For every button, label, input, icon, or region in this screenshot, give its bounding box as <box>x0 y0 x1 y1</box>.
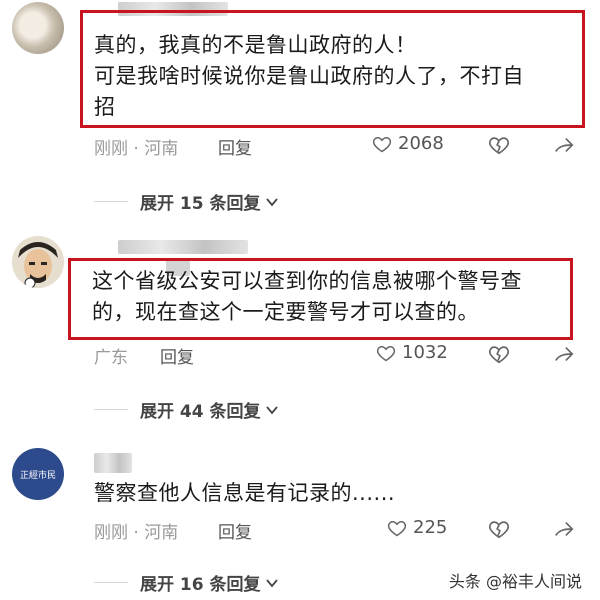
comment-time-location: 刚刚 · 河南 <box>94 523 179 543</box>
comment-text: 警察查他人信息是有记录的...... <box>94 478 395 509</box>
like-count: 225 <box>413 517 448 538</box>
expand-replies-label: 展开 15 条回复 <box>140 194 261 214</box>
reply-button[interactable]: 回复 <box>160 343 194 368</box>
divider <box>94 201 128 202</box>
chevron-down-icon <box>265 405 278 414</box>
comment-line: 这个省级公安可以查到你的信息被哪个警号查 <box>92 269 522 293</box>
comment-location: 广东 <box>94 348 128 368</box>
expand-replies[interactable]: 展开 44 条回复 <box>94 397 279 422</box>
comment-line: 的，现在查这个一定要警号才可以查的。 <box>92 300 479 324</box>
expand-replies-label: 展开 16 条回复 <box>140 575 261 595</box>
share-icon[interactable] <box>553 134 575 156</box>
comment-line: 警察查他人信息是有记录的...... <box>94 481 396 505</box>
avatar-image <box>12 236 64 288</box>
like-button[interactable]: 225 <box>387 517 447 538</box>
comment-time-location: 刚刚 · 河南 <box>94 139 179 159</box>
share-icon[interactable] <box>553 518 575 540</box>
heart-icon <box>387 520 407 536</box>
comment-line: 真的，我真的不是鲁山政府的人！ <box>94 33 417 57</box>
comment-text: 真的，我真的不是鲁山政府的人！ 可是我啥时候说你是鲁山政府的人了，不打自 招 <box>94 30 524 123</box>
like-button[interactable]: 1032 <box>376 342 448 363</box>
avatar[interactable] <box>12 236 64 288</box>
like-count: 2068 <box>398 133 444 154</box>
like-count: 1032 <box>402 342 448 363</box>
username-blurred[interactable] <box>118 240 248 254</box>
avatar[interactable]: 正經市民 <box>12 448 64 500</box>
heart-icon <box>372 136 392 152</box>
watermark: 头条 @裕丰人间说 <box>448 572 582 591</box>
broken-heart-icon[interactable] <box>488 518 510 540</box>
broken-heart-icon[interactable] <box>488 134 510 156</box>
like-button[interactable]: 2068 <box>372 133 444 154</box>
expand-replies[interactable]: 展开 16 条回复 <box>94 570 279 595</box>
expand-replies-label: 展开 44 条回复 <box>140 402 261 422</box>
expand-replies[interactable]: 展开 15 条回复 <box>94 189 279 214</box>
avatar-text: 正經市民 <box>19 470 56 481</box>
comment-line: 可是我啥时候说你是鲁山政府的人了，不打自 <box>94 64 524 88</box>
share-icon[interactable] <box>553 343 575 365</box>
divider <box>94 409 128 410</box>
comment-line: 招 <box>94 95 116 119</box>
chevron-down-icon <box>265 197 278 206</box>
username-blurred[interactable] <box>94 453 132 473</box>
reply-button[interactable]: 回复 <box>218 134 252 159</box>
chevron-down-icon <box>265 578 278 587</box>
heart-icon <box>376 345 396 361</box>
broken-heart-icon[interactable] <box>488 343 510 365</box>
avatar[interactable] <box>12 2 64 54</box>
comment-text: 这个省级公安可以查到你的信息被哪个警号查 的，现在查这个一定要警号才可以查的。 <box>92 266 522 328</box>
reply-button[interactable]: 回复 <box>218 518 252 543</box>
divider <box>94 582 128 583</box>
